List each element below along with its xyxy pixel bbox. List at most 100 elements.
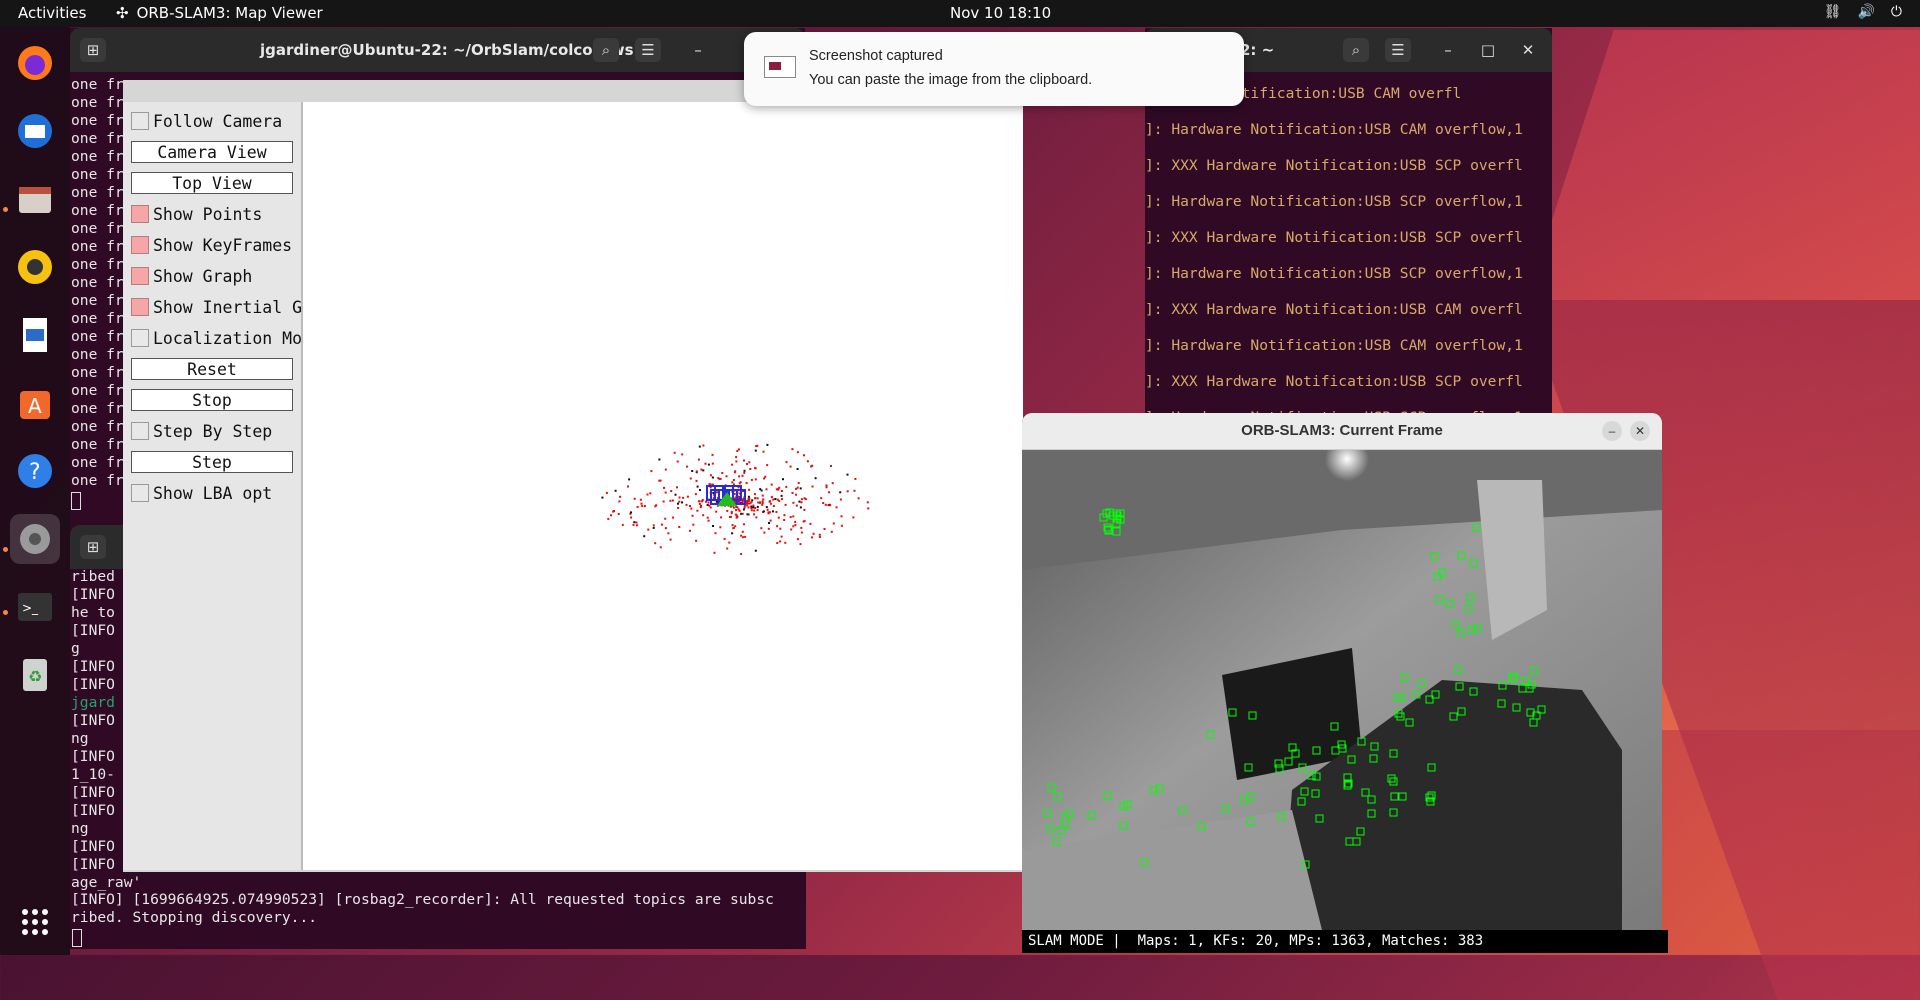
- reset-button[interactable]: Reset: [131, 358, 293, 380]
- checkbox-box: [131, 267, 149, 285]
- top-view-button[interactable]: Top View: [131, 172, 293, 194]
- show-lba-opt-checkbox[interactable]: Show LBA opt: [131, 482, 272, 504]
- map-point: [803, 454, 805, 457]
- map-point: [800, 498, 803, 501]
- map-point: [742, 508, 745, 511]
- map-point: [636, 524, 638, 527]
- map-point: [797, 482, 800, 484]
- map-point: [732, 506, 735, 509]
- checkbox-label: Show Points: [153, 204, 263, 224]
- camera-frame-image: [1022, 450, 1662, 930]
- help-icon[interactable]: ?: [10, 446, 60, 496]
- map-point: [780, 494, 783, 497]
- system-tray[interactable]: ⛓ 🔊 ⏻: [1824, 4, 1902, 20]
- running-indicator: [3, 207, 8, 212]
- map-point: [678, 500, 681, 503]
- map-point: [846, 473, 849, 476]
- terminal-line: one fr: [71, 346, 124, 363]
- search-icon[interactable]: ⌕: [593, 38, 619, 62]
- step-button[interactable]: Step: [131, 451, 293, 473]
- map-point: [811, 464, 814, 467]
- menu-icon[interactable]: ☰: [1385, 38, 1411, 62]
- map-point: [658, 479, 661, 482]
- map-viewer-window[interactable]: Follow Camera Camera View Top View Show …: [123, 80, 1023, 872]
- terminal-icon[interactable]: >_: [10, 582, 60, 632]
- stop-button[interactable]: Stop: [131, 389, 293, 411]
- firefox-icon[interactable]: [10, 38, 60, 88]
- libreoffice-writer-icon[interactable]: [10, 310, 60, 360]
- app-menu[interactable]: ✣ ORB-SLAM3: Map Viewer: [116, 4, 323, 22]
- minimize-icon[interactable]: –: [1602, 421, 1622, 441]
- map-point: [614, 489, 617, 492]
- settings-icon[interactable]: [10, 514, 60, 564]
- files-icon[interactable]: [10, 174, 60, 224]
- activities-button[interactable]: Activities: [18, 4, 86, 22]
- close-icon[interactable]: ✕: [1515, 38, 1541, 62]
- point-cloud-map: [601, 443, 870, 555]
- map-point: [696, 509, 699, 512]
- map-point: [745, 482, 748, 484]
- map-point: [857, 497, 860, 500]
- map-point: [756, 505, 759, 508]
- software-icon[interactable]: A: [10, 378, 60, 428]
- terminal-line: one fr: [71, 238, 124, 255]
- thunderbird-icon[interactable]: [10, 106, 60, 156]
- map-point: [691, 470, 694, 472]
- map-point: [811, 536, 813, 539]
- camera-view-button[interactable]: Camera View: [131, 141, 293, 163]
- show-points-checkbox[interactable]: Show Points: [131, 203, 262, 225]
- show-graph-checkbox[interactable]: Show Graph: [131, 265, 252, 287]
- map-3d-canvas[interactable]: [303, 102, 1023, 870]
- map-point: [754, 478, 757, 481]
- step-by-step-checkbox[interactable]: Step By Step: [131, 420, 272, 442]
- svg-text:♻: ♻: [28, 667, 42, 686]
- follow-camera-checkbox[interactable]: Follow Camera: [131, 110, 282, 132]
- map-point: [641, 505, 644, 508]
- close-icon[interactable]: ✕: [1630, 421, 1650, 441]
- map-point: [812, 532, 815, 535]
- map-point: [766, 508, 769, 511]
- show-keyframes-checkbox[interactable]: Show KeyFrames: [131, 234, 292, 256]
- map-point: [765, 488, 768, 491]
- clock[interactable]: Nov 10 18:10: [950, 4, 1051, 22]
- map-point: [747, 506, 750, 509]
- map-point: [746, 463, 748, 465]
- map-point: [601, 496, 604, 499]
- app-grid-icon[interactable]: [10, 897, 60, 947]
- maximize-icon[interactable]: □: [1475, 38, 1501, 62]
- menu-icon[interactable]: ☰: [635, 38, 661, 62]
- map-point: [698, 503, 701, 505]
- new-tab-icon[interactable]: ⊞: [80, 38, 106, 62]
- map-point: [662, 500, 665, 503]
- map-point: [867, 507, 870, 510]
- map-point: [754, 549, 757, 552]
- map-point: [753, 509, 756, 512]
- map-point: [664, 517, 667, 520]
- map-point: [663, 486, 665, 489]
- map-point: [672, 516, 675, 519]
- map-point: [633, 521, 636, 524]
- map-point: [796, 451, 799, 454]
- map-point: [759, 501, 761, 504]
- localization-mode-checkbox[interactable]: Localization Mode: [131, 327, 322, 349]
- top-bar: Activities ✣ ORB-SLAM3: Map Viewer Nov 1…: [0, 0, 1920, 27]
- screenshot-notification[interactable]: Screenshot captured You can paste the im…: [744, 32, 1244, 106]
- rhythmbox-icon[interactable]: [10, 242, 60, 292]
- map-point: [696, 485, 699, 488]
- map-point: [799, 506, 802, 509]
- new-tab-icon[interactable]: ⊞: [80, 535, 106, 559]
- map-point: [681, 501, 683, 504]
- map-point: [694, 493, 697, 496]
- terminal-output: one fr one fr one fr one fr one fr one fr one …: [71, 76, 124, 510]
- svg-text:A: A: [28, 394, 42, 418]
- search-icon[interactable]: ⌕: [1343, 38, 1369, 62]
- map-point: [854, 477, 857, 480]
- map-point: [636, 505, 639, 508]
- map-point: [619, 495, 622, 498]
- trash-icon[interactable]: ♻: [10, 650, 60, 700]
- minimize-icon[interactable]: –: [685, 38, 711, 62]
- map-point: [809, 522, 812, 525]
- map-point: [714, 532, 717, 535]
- minimize-icon[interactable]: –: [1435, 38, 1461, 62]
- current-frame-window[interactable]: ORB-SLAM3: Current Frame – ✕ SLAM MODE |…: [1022, 413, 1668, 953]
